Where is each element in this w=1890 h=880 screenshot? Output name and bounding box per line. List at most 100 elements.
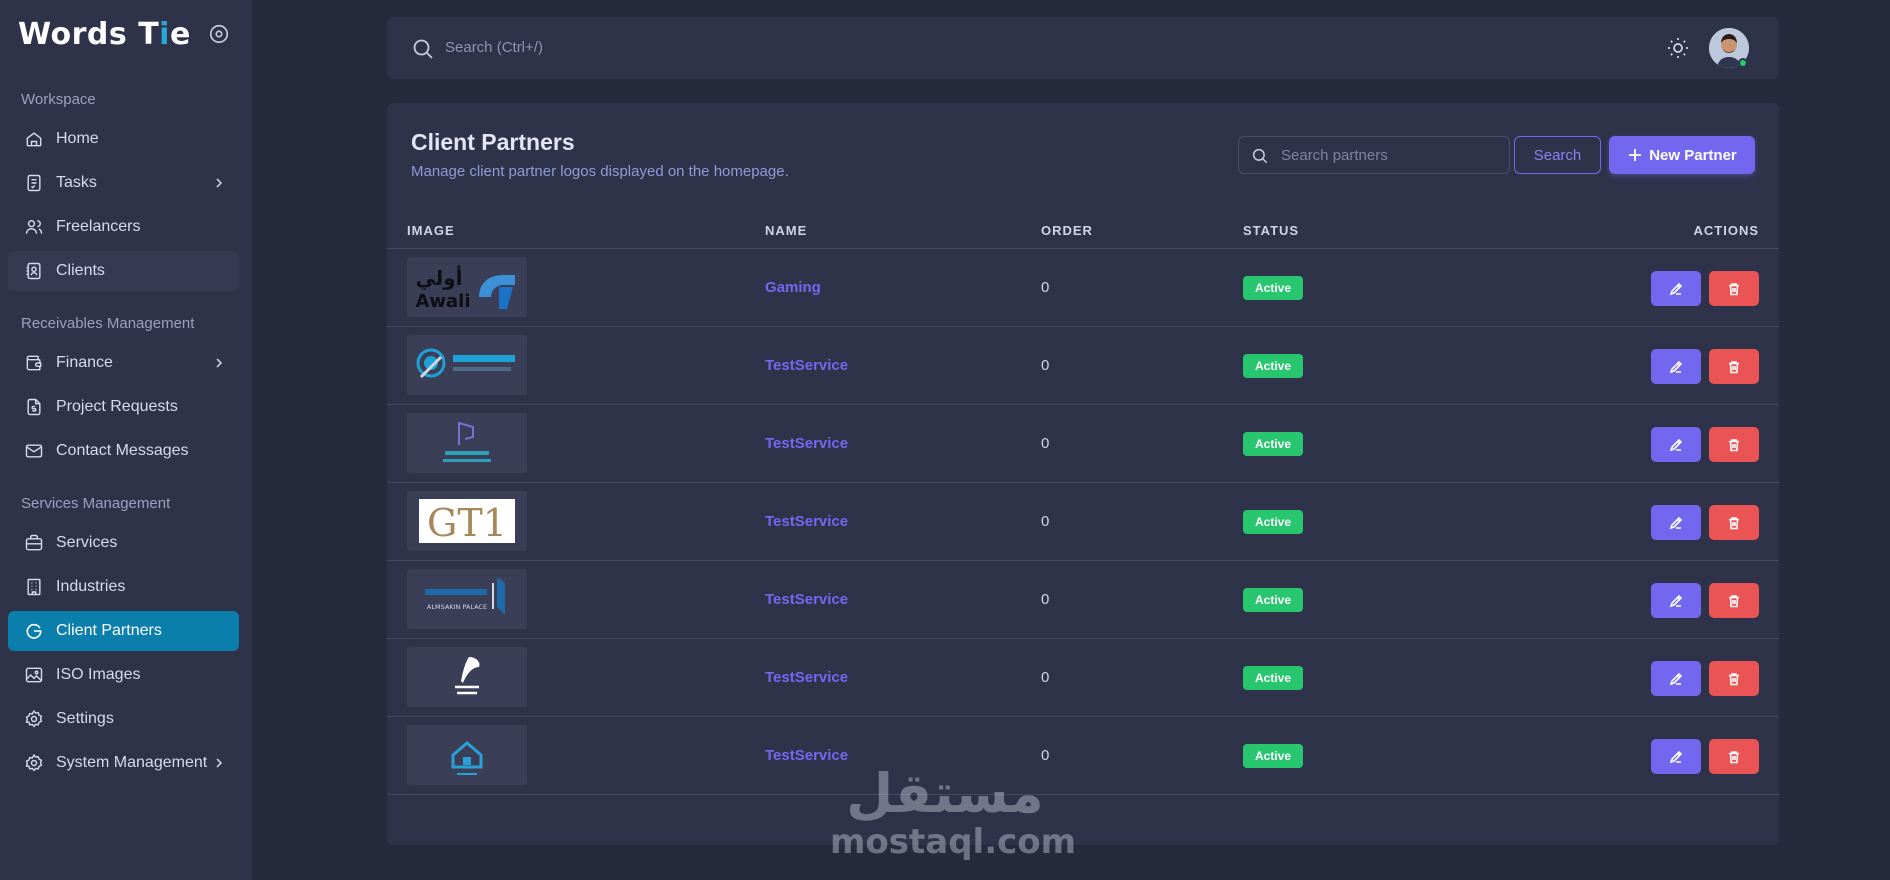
sidebar-toggle-icon[interactable] [208, 23, 230, 45]
partner-name-link[interactable]: TestService [765, 435, 848, 452]
column-header-actions: ACTIONS [1693, 223, 1759, 238]
sidebar-item-label: System Management [56, 754, 208, 771]
gt1-logo: GT1 [407, 491, 527, 551]
partner-name-link[interactable]: TestService [765, 513, 848, 530]
new-partner-label: New Partner [1649, 146, 1737, 164]
sidebar-item-label: Settings [56, 710, 114, 727]
section-title-workspace: Workspace [21, 91, 96, 108]
sidebar-item-label: Client Partners [56, 622, 162, 639]
sidebar-item-settings[interactable]: Settings [8, 699, 239, 739]
table-row: TestService 0 Active [387, 639, 1779, 717]
chevron-right-icon [211, 355, 227, 371]
column-header-image: IMAGE [407, 223, 455, 238]
sidebar-item-label: Project Requests [56, 398, 178, 415]
delete-button[interactable] [1709, 427, 1759, 462]
delete-button[interactable] [1709, 349, 1759, 384]
section-title-receivables: Receivables Management [21, 315, 195, 332]
sidebar-item-project-requests[interactable]: Project Requests [8, 387, 239, 427]
sidebar-item-contact-messages[interactable]: Contact Messages [8, 431, 239, 471]
trash-icon [1729, 750, 1739, 763]
edit-button[interactable] [1651, 739, 1701, 774]
sidebar-item-label: Contact Messages [56, 442, 189, 459]
edit-button[interactable] [1651, 661, 1701, 696]
mostaql-watermark: مستقل mostaql.com [830, 760, 1076, 862]
section-title-services: Services Management [21, 495, 171, 512]
sidebar-item-tasks[interactable]: Tasks [8, 163, 239, 203]
delete-button[interactable] [1709, 739, 1759, 774]
sidebar-item-system-management[interactable]: System Management [8, 743, 239, 783]
delete-button[interactable] [1709, 583, 1759, 618]
sidebar-item-services[interactable]: Services [8, 523, 239, 563]
partner-search-field [1238, 136, 1510, 174]
sidebar-item-finance[interactable]: Finance [8, 343, 239, 383]
chevron-right-icon [211, 755, 227, 771]
status-badge: Active [1243, 276, 1303, 300]
sidebar-item-label: Services [56, 534, 118, 551]
briefcase-icon [24, 533, 44, 553]
partner-name-link[interactable]: TestService [765, 591, 848, 608]
edit-button[interactable] [1651, 583, 1701, 618]
partner-order: 0 [1041, 279, 1050, 296]
wallet-icon [24, 353, 44, 373]
sidebar-item-home[interactable]: Home [8, 119, 239, 159]
trash-icon [1729, 594, 1739, 607]
palace-logo: ALMSAKIN PALACE [407, 569, 527, 629]
brand-g-icon [24, 621, 44, 641]
trash-icon [1729, 282, 1739, 295]
column-header-name: NAME [765, 223, 808, 238]
tasks-icon [24, 173, 44, 193]
search-button[interactable]: Search [1514, 136, 1601, 174]
svg-text:GT1: GT1 [427, 501, 507, 545]
sidebar-item-label: Tasks [56, 174, 97, 191]
client-partners-card: Client Partners Manage client partner lo… [387, 103, 1779, 845]
brand-logo[interactable]: Words Tie [18, 14, 191, 54]
plus-icon [1627, 147, 1643, 163]
search-icon [1251, 147, 1269, 165]
mail-icon [24, 441, 44, 461]
global-search-input[interactable]: Search (Ctrl+/) [445, 39, 543, 56]
partner-order: 0 [1041, 435, 1050, 452]
delete-button[interactable] [1709, 661, 1759, 696]
status-badge: Active [1243, 354, 1303, 378]
sidebar-item-client-partners[interactable]: Client Partners [8, 611, 239, 651]
sidebar-item-clients[interactable]: Clients [8, 251, 239, 291]
clients-icon [24, 261, 44, 281]
sidebar-item-industries[interactable]: Industries [8, 567, 239, 607]
sidebar-item-iso-images[interactable]: ISO Images [8, 655, 239, 695]
watermark-text: mostaql.com [830, 822, 1077, 862]
partner-order: 0 [1041, 513, 1050, 530]
edit-button[interactable] [1651, 349, 1701, 384]
trash-icon [1729, 438, 1739, 451]
svg-text:أولي: أولي [415, 264, 462, 291]
svg-text:Awali: Awali [415, 291, 470, 312]
edit-button[interactable] [1651, 427, 1701, 462]
new-partner-button[interactable]: New Partner [1609, 136, 1755, 174]
trash-icon [1729, 516, 1739, 529]
svg-text:ALMSAKIN PALACE: ALMSAKIN PALACE [427, 603, 487, 611]
edit-icon [1669, 516, 1683, 529]
table-row: ALMSAKIN PALACE TestService 0 Active [387, 561, 1779, 639]
partner-name-link[interactable]: Gaming [765, 279, 821, 296]
table-header: IMAGE NAME ORDER STATUS ACTIONS [387, 213, 1779, 249]
partner-name-link[interactable]: TestService [765, 669, 848, 686]
delete-button[interactable] [1709, 505, 1759, 540]
sidebar-item-label: ISO Images [56, 666, 141, 683]
partner-name-link[interactable]: TestService [765, 357, 848, 374]
search-icon[interactable] [411, 37, 435, 61]
sun-icon[interactable] [1666, 36, 1690, 60]
edit-icon [1669, 594, 1683, 607]
edit-button[interactable] [1651, 505, 1701, 540]
edit-icon [1669, 750, 1683, 763]
status-badge: Active [1243, 744, 1303, 768]
partner-search-input[interactable] [1281, 137, 1506, 173]
edit-icon [1669, 672, 1683, 685]
partner-order: 0 [1041, 357, 1050, 374]
delete-button[interactable] [1709, 271, 1759, 306]
trash-icon [1729, 360, 1739, 373]
status-badge: Active [1243, 432, 1303, 456]
realestate-logo [407, 413, 527, 473]
edit-button[interactable] [1651, 271, 1701, 306]
sidebar-item-label: Home [56, 130, 99, 147]
sidebar-item-freelancers[interactable]: Freelancers [8, 207, 239, 247]
edit-icon [1669, 360, 1683, 373]
